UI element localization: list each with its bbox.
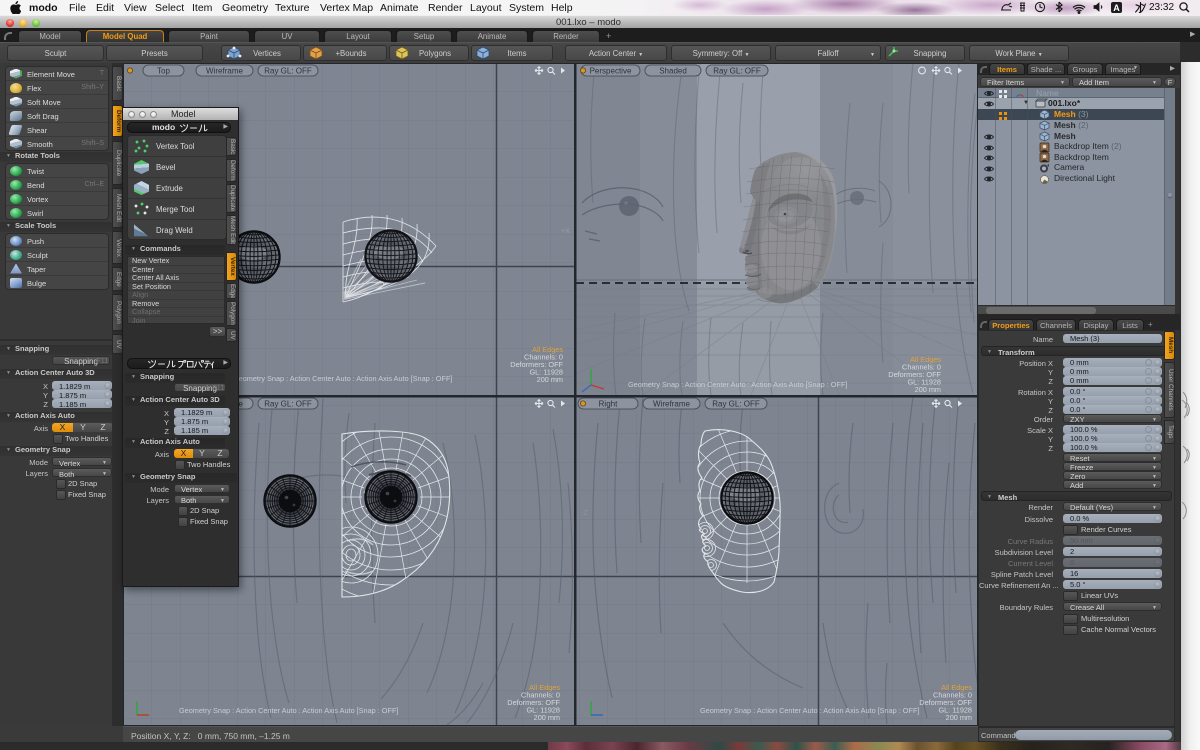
svg-text:Geometry Snap : Action Center: Geometry Snap : Action Center Auto : Act… [628, 380, 847, 389]
svg-text:200 mm: 200 mm [537, 375, 563, 384]
svg-text:200 mm: 200 mm [946, 713, 972, 722]
svg-text:Perspective: Perspective [590, 67, 632, 76]
svg-text:Geometry Snap : Action Center: Geometry Snap : Action Center Auto : Act… [233, 374, 452, 383]
svg-text:200 mm: 200 mm [915, 385, 941, 394]
svg-text:Geometry Snap : Action Center: Geometry Snap : Action Center Auto : Act… [700, 706, 919, 715]
svg-text:Ray GL: OFF: Ray GL: OFF [264, 400, 312, 409]
svg-text:Wireframe: Wireframe [206, 67, 243, 76]
svg-text:Geometry Snap : Action Center: Geometry Snap : Action Center Auto : Act… [179, 706, 398, 715]
svg-text:A: A [1113, 3, 1120, 13]
svg-text:Ray GL: OFF: Ray GL: OFF [264, 67, 312, 76]
svg-text:Ray GL: OFF: Ray GL: OFF [713, 67, 761, 76]
svg-text:-Z: -Z [581, 510, 588, 517]
svg-text:Right: Right [599, 400, 618, 409]
svg-text:Ray GL: OFF: Ray GL: OFF [712, 400, 760, 409]
svg-text:+X: +X [561, 228, 570, 235]
svg-text:200 mm: 200 mm [534, 713, 560, 722]
svg-text:Shaded: Shaded [659, 67, 687, 76]
svg-text:Top: Top [157, 67, 170, 76]
svg-text:Wireframe: Wireframe [653, 400, 690, 409]
